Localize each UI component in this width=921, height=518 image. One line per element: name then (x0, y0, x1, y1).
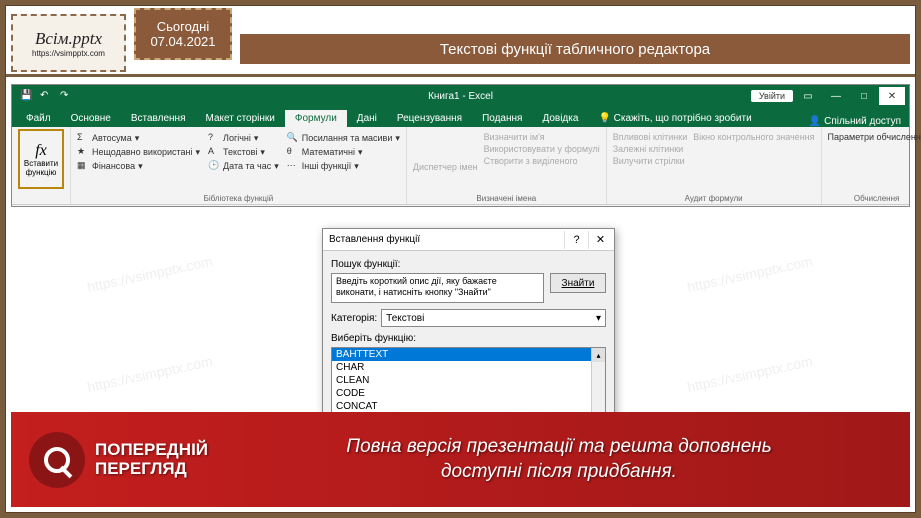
remove-arrows-button[interactable]: Вилучити стрілки (613, 156, 688, 166)
save-icon[interactable]: 💾 (20, 90, 32, 102)
tab-review[interactable]: Рецензування (387, 110, 472, 127)
tab-pagelayout[interactable]: Макет сторінки (196, 110, 285, 127)
slide-header: Всім.pptx https://vsimpptx.com Сьогодні … (6, 6, 915, 79)
tab-insert[interactable]: Вставлення (121, 110, 196, 127)
tab-view[interactable]: Подання (472, 110, 532, 127)
defined-names-group: Диспетчер імен Визначити ім'я Використов… (407, 127, 607, 204)
create-from-selection-button[interactable]: Створити з виділеного (484, 156, 600, 166)
excel-titlebar: 💾 ↶ ↷ Книга1 - Excel Увійти ▭ — □ ✕ (12, 85, 909, 107)
share-button[interactable]: 👤 Спільний доступ (809, 116, 901, 127)
tab-file[interactable]: Файл (16, 110, 61, 127)
quick-access-toolbar: 💾 ↶ ↷ (12, 90, 72, 102)
excel-window: 💾 ↶ ↷ Книга1 - Excel Увійти ▭ — □ ✕ Файл… (11, 84, 910, 207)
ribbon-body: fx Вставити функцію ΣАвтосума ▾ ★Нещодав… (12, 127, 909, 205)
lookup-icon: 🔍 (287, 132, 299, 144)
function-library-group: ΣАвтосума ▾ ★Нещодавно використані ▾ ▦Фі… (71, 127, 407, 204)
define-name-button[interactable]: Визначити ім'я (484, 132, 600, 142)
maximize-button[interactable]: □ (851, 87, 877, 105)
list-item[interactable]: CODE (332, 387, 605, 400)
date-box: Сьогодні 07.04.2021 (134, 8, 232, 60)
search-label: Пошук функції: (331, 259, 606, 270)
date-label: Сьогодні (157, 19, 209, 34)
logo-text: Всім.pptx (35, 29, 102, 49)
formula-audit-group: Впливові клітинки Залежні клітинки Вилуч… (607, 127, 822, 204)
autosum-button[interactable]: ΣАвтосума ▾ (77, 132, 200, 144)
more-functions-button[interactable]: ⋯Інші функції ▾ (287, 160, 400, 172)
math-button[interactable]: θМатематичні ▾ (287, 146, 400, 158)
logo-url: https://vsimpptx.com (32, 49, 105, 58)
tell-me[interactable]: 💡 Скажіть, що потрібно зробити (588, 110, 761, 127)
group-label: Бібліотека функцій (71, 194, 406, 203)
window-title: Книга1 - Excel (428, 91, 493, 102)
lookup-button[interactable]: 🔍Посилання та масиви ▾ (287, 132, 400, 144)
money-icon: ▦ (77, 160, 89, 172)
watermark: https://vsimpptx.com (686, 353, 814, 395)
recent-button[interactable]: ★Нещодавно використані ▾ (77, 146, 200, 158)
fx-icon: fx (35, 142, 47, 160)
list-item[interactable]: CHAR (332, 361, 605, 374)
list-item[interactable]: BAHTTEXT (332, 348, 605, 361)
category-label: Категорія: (331, 313, 377, 324)
use-in-formula-button[interactable]: Використовувати у формулі (484, 144, 600, 154)
slide-title: Текстові функції табличного редактора (240, 34, 910, 64)
question-icon: ? (208, 132, 220, 144)
datetime-button[interactable]: 🕒Дата та час ▾ (208, 160, 279, 172)
text-button[interactable]: AТекстові ▾ (208, 146, 279, 158)
financial-button[interactable]: ▦Фінансова ▾ (77, 160, 200, 172)
insert-function-group: fx Вставити функцію (12, 127, 71, 204)
close-button[interactable]: ✕ (879, 87, 905, 105)
watermark: https://vsimpptx.com (86, 353, 214, 395)
list-item[interactable]: CLEAN (332, 374, 605, 387)
theta-icon: θ (287, 146, 299, 158)
group-label: Аудит формули (607, 194, 821, 203)
group-label: Обчислення (822, 194, 921, 203)
trace-dependents-button[interactable]: Залежні клітинки (613, 144, 688, 154)
more-icon: ⋯ (287, 160, 299, 172)
redo-icon[interactable]: ↷ (60, 90, 72, 102)
group-label: Визначені імена (407, 194, 606, 203)
dialog-close-button[interactable]: ✕ (588, 231, 612, 249)
tab-formulas[interactable]: Формули (285, 110, 347, 127)
search-button[interactable]: Знайти (550, 273, 606, 293)
date-value: 07.04.2021 (150, 34, 215, 49)
clock-icon: 🕒 (208, 160, 220, 172)
preview-overlay: ПОПЕРЕДНІЙ ПЕРЕГЛЯД Повна версія презент… (11, 412, 910, 507)
preview-badge: ПОПЕРЕДНІЙ ПЕРЕГЛЯД (11, 432, 208, 488)
select-function-label: Виберіть функцію: (331, 333, 606, 344)
dialog-title: Вставлення функції (329, 234, 420, 245)
minimize-button[interactable]: — (823, 87, 849, 105)
tab-data[interactable]: Дані (347, 110, 387, 127)
ribbon-display-icon[interactable]: ▭ (795, 87, 821, 105)
ribbon-tabs: Файл Основне Вставлення Макет сторінки Ф… (12, 107, 909, 127)
signin-button[interactable]: Увійти (751, 90, 793, 102)
name-manager-button[interactable]: Диспетчер імен (413, 162, 478, 172)
logical-button[interactable]: ?Логічні ▾ (208, 132, 279, 144)
magnifier-icon (29, 432, 85, 488)
overlay-message: Повна версія презентації та решта доповн… (208, 435, 910, 484)
text-icon: A (208, 146, 220, 158)
tab-home[interactable]: Основне (61, 110, 121, 127)
watermark: https://vsimpptx.com (686, 253, 814, 295)
help-button[interactable]: ? (564, 231, 588, 249)
category-select[interactable]: Текстові ▾ (381, 309, 606, 327)
divider (6, 74, 915, 77)
trace-precedents-button[interactable]: Впливові клітинки (613, 132, 688, 142)
star-icon: ★ (77, 146, 89, 158)
insert-function-button[interactable]: fx Вставити функцію (18, 129, 64, 189)
dialog-titlebar[interactable]: Вставлення функції ? ✕ (323, 229, 614, 251)
watch-window-button[interactable]: Вікно контрольного значення (693, 132, 814, 142)
preview-label: ПОПЕРЕДНІЙ ПЕРЕГЛЯД (95, 441, 208, 478)
undo-icon[interactable]: ↶ (40, 90, 52, 102)
logo-box: Всім.pptx https://vsimpptx.com (11, 14, 126, 72)
scroll-up-icon[interactable]: ▴ (592, 348, 605, 362)
calc-options-button[interactable]: Параметри обчислення (828, 132, 921, 142)
sigma-icon: Σ (77, 132, 89, 144)
calculation-group: Параметри обчислення Обчислення (822, 127, 921, 204)
tab-help[interactable]: Довідка (532, 110, 588, 127)
chevron-down-icon: ▾ (596, 313, 601, 324)
search-input[interactable]: Введіть короткий опис дії, яку бажаєте в… (331, 273, 544, 303)
watermark: https://vsimpptx.com (86, 253, 214, 295)
